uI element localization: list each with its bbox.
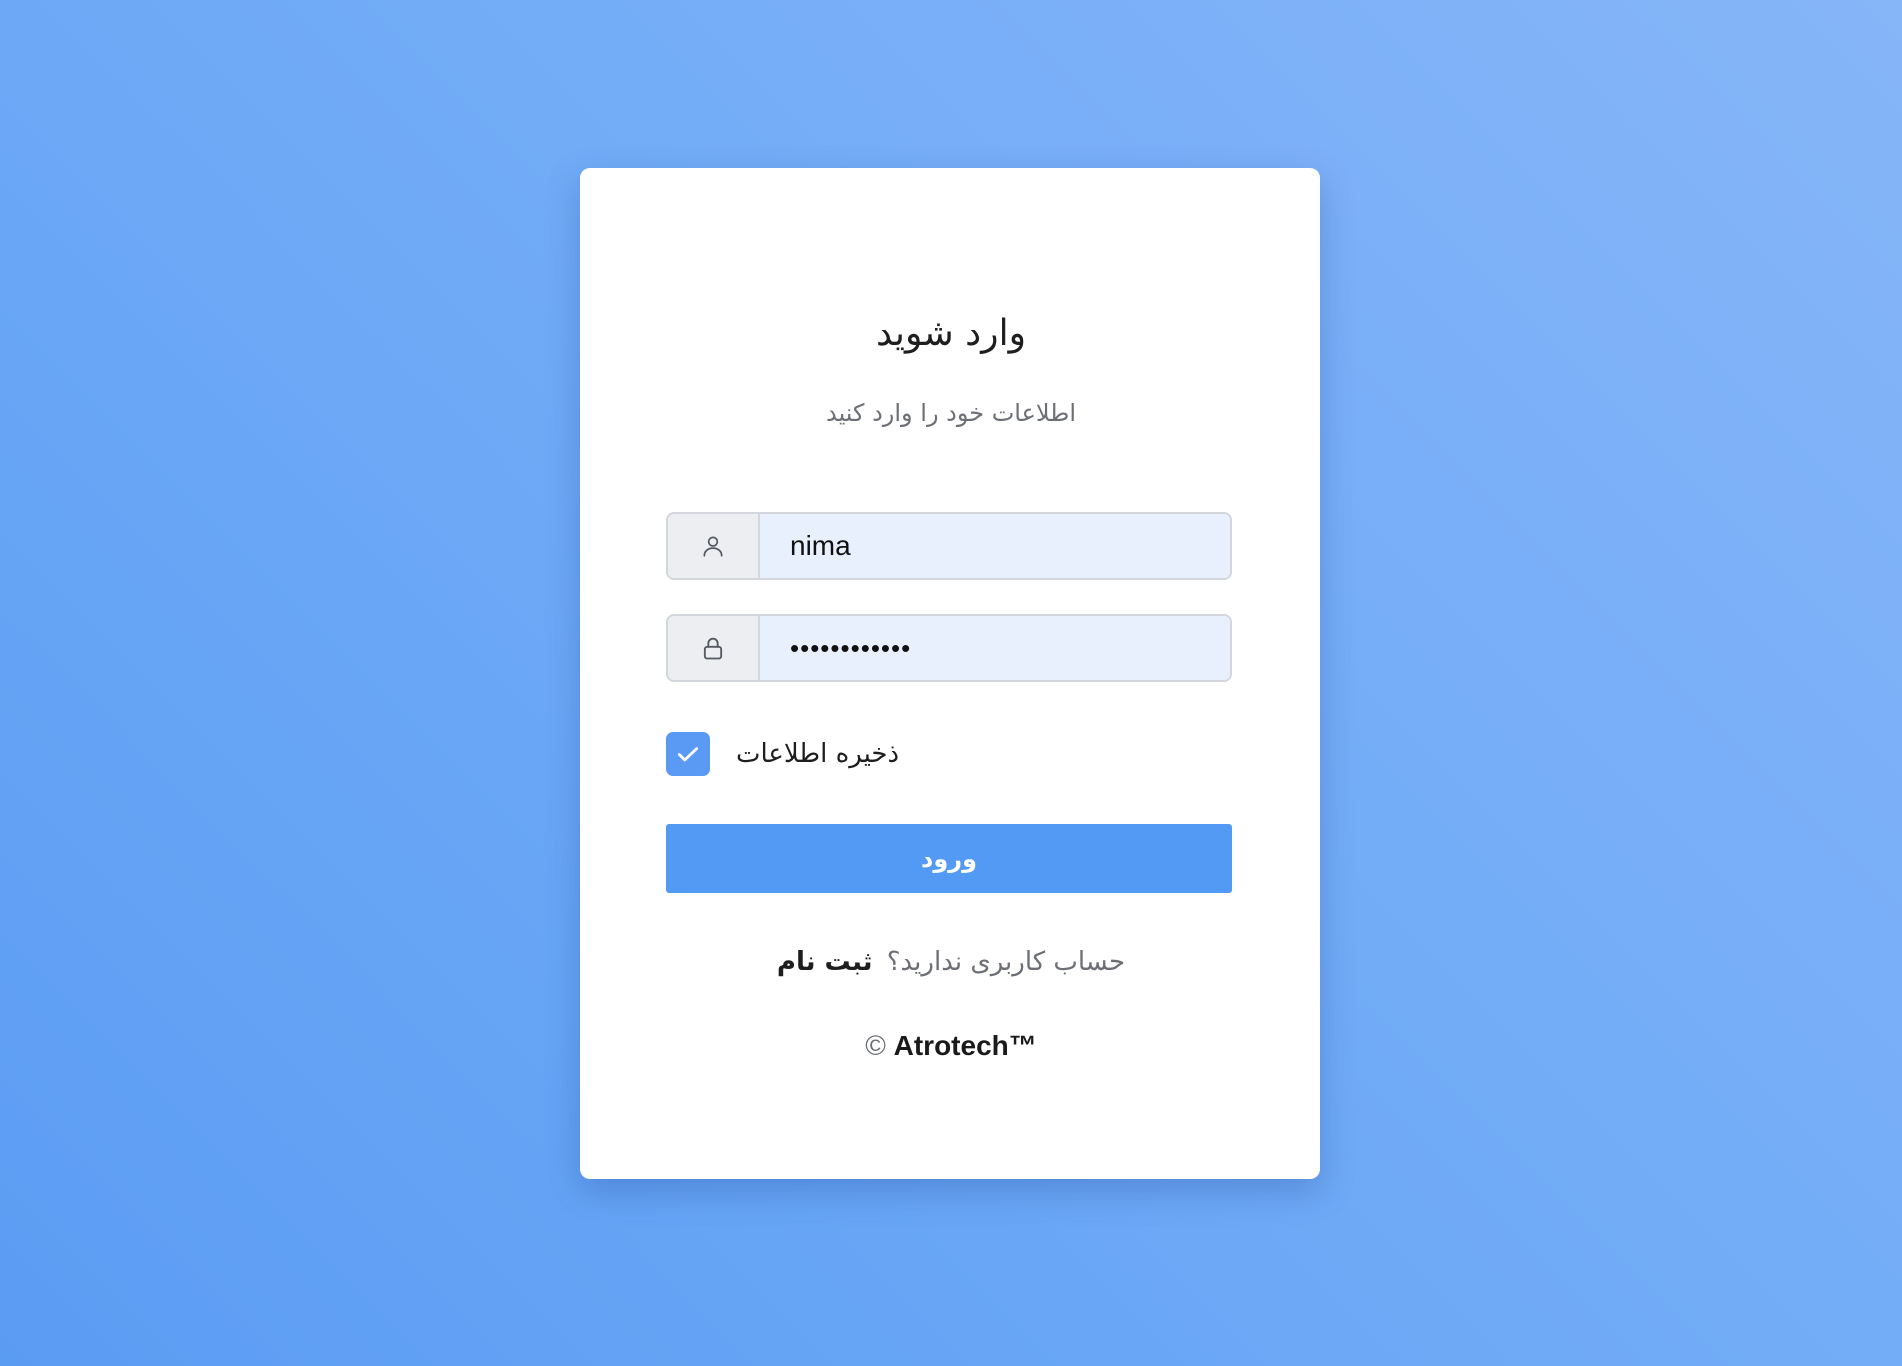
signup-prompt: حساب کاربری ندارید؟ [886, 947, 1126, 977]
checkmark-icon [675, 741, 701, 767]
copyright-symbol: © [865, 1030, 886, 1061]
user-icon [668, 514, 760, 578]
username-input[interactable] [760, 514, 1230, 578]
password-input[interactable] [760, 616, 1230, 680]
remember-label: ذخیره اطلاعات [736, 739, 900, 769]
remember-me[interactable]: ذخیره اطلاعات [666, 731, 899, 777]
username-field [666, 512, 1232, 580]
copyright: © Atrotech™ [0, 1026, 1902, 1066]
page-title: وارد شوید [876, 313, 1026, 354]
login-button[interactable]: ورود [666, 824, 1232, 893]
remember-checkbox[interactable] [666, 732, 710, 776]
password-field [666, 614, 1232, 682]
lock-icon [668, 616, 760, 680]
page-subtitle: اطلاعات خود را وارد کنید [825, 399, 1077, 427]
signup-row: حساب کاربری ندارید؟ ثبت نام [0, 944, 1902, 980]
signup-link[interactable]: ثبت نام [777, 947, 873, 977]
brand-name: Atrotech™ [893, 1030, 1037, 1061]
